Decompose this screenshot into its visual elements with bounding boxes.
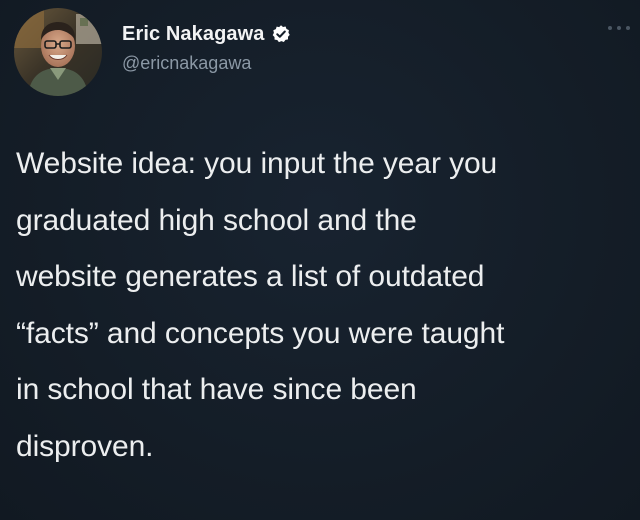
- dot: [617, 26, 621, 30]
- name-row: Eric Nakagawa: [122, 19, 291, 49]
- tweet-text-line: in school that have since been: [16, 373, 417, 406]
- tweet-text-line: disproven.: [16, 429, 154, 463]
- handle[interactable]: @ericnakagawa: [122, 53, 291, 74]
- tweet-text: Website idea: you input the year you gra…: [16, 136, 628, 475]
- tweet-text-line: graduated high school and the: [16, 203, 417, 237]
- tweet-text-line: Website idea: you input the year you: [16, 147, 498, 180]
- avatar[interactable]: [14, 8, 102, 96]
- dot: [608, 26, 612, 30]
- verified-badge-icon: [271, 24, 291, 44]
- more-options-icon[interactable]: [608, 22, 630, 34]
- author-block: Eric Nakagawa @ericnakagawa: [122, 19, 291, 74]
- profile-photo-icon: [14, 8, 102, 96]
- tweet-text-line: “facts” and concepts you were taught: [16, 316, 505, 350]
- dot: [626, 26, 630, 30]
- tweet-text-line: website generates a list of outdated: [16, 260, 485, 293]
- tweet-card: Eric Nakagawa @ericnakagawa Website idea…: [0, 0, 640, 520]
- display-name[interactable]: Eric Nakagawa: [122, 23, 265, 46]
